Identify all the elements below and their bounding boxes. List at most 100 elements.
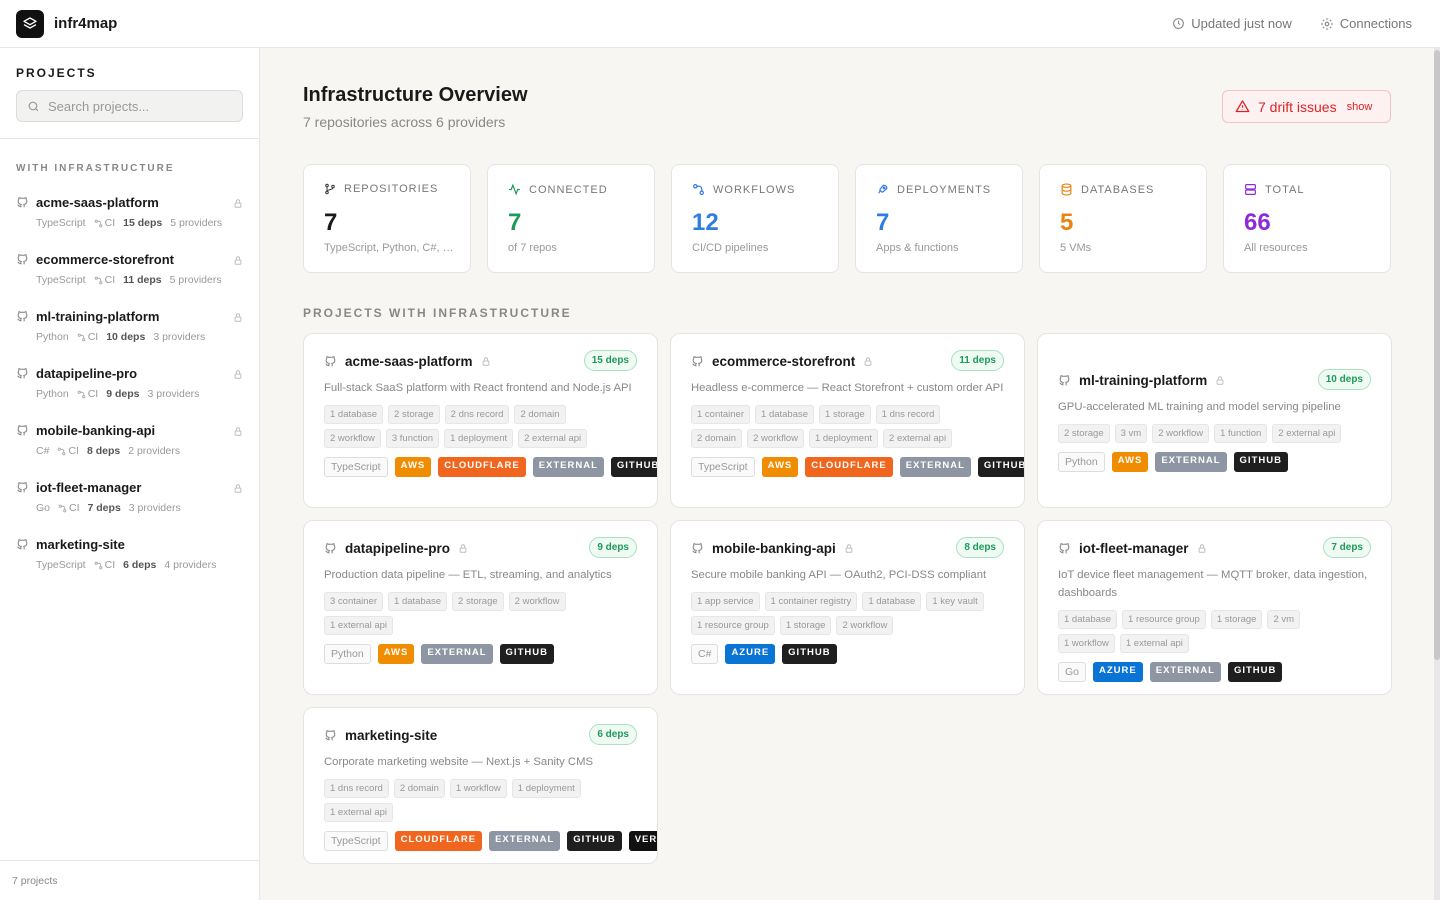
resource-chip: 1 database (755, 405, 815, 424)
sidebar-item-label: datapipeline-pro (36, 366, 138, 381)
sidebar-item-mobile-banking-api[interactable]: mobile-banking-api C# CI 8 deps 2 providers (16, 420, 246, 477)
resource-chip: 1 resource group (1122, 610, 1206, 629)
resource-chip: 2 workflow (324, 429, 381, 448)
provider-badge-external: EXTERNAL (421, 644, 493, 664)
connections-button[interactable]: Connections (1320, 16, 1412, 31)
card-title[interactable]: datapipeline-pro (345, 541, 450, 556)
drift-issues-button[interactable]: 7 drift issues show (1222, 90, 1391, 123)
resource-chip: 1 function (1214, 424, 1268, 443)
stat-label-text: TOTAL (1265, 183, 1305, 196)
resource-chips: 3 container 1 database 2 storage 2 workflow… (304, 592, 639, 635)
sidebar-item-ml-training-platform[interactable]: ml-training-platform Python CI 10 deps 3 pro… (16, 306, 246, 363)
card-description: IoT device fleet management — MQTT broke… (1058, 569, 1368, 599)
project-card-mobile-banking-api[interactable]: mobile-banking-api 8 deps Secure mobile ba… (670, 520, 1025, 695)
language-badge: Python (1058, 452, 1105, 472)
ci-indicator: CI (94, 274, 116, 286)
card-header: ml-training-platform 10 deps (1038, 369, 1391, 390)
ci-icon (57, 447, 66, 456)
language-label: TypeScript (36, 217, 86, 229)
deps-badge: 15 deps (583, 350, 637, 371)
card-header: ecommerce-storefront 11 deps (671, 350, 1024, 371)
lock-icon (233, 253, 243, 271)
connections-label: Connections (1339, 16, 1412, 31)
drift-show-link[interactable]: show (1347, 101, 1373, 113)
drift-label: 7 drift issues (1258, 98, 1337, 115)
project-card-ml-training-platform[interactable]: ml-training-platform 10 deps GPU-accelerat… (1037, 333, 1392, 508)
stat-card-repositories[interactable]: REPOSITORIES 7 TypeScript, Python, C#, Go (303, 164, 471, 273)
sidebar-item-datapipeline-pro[interactable]: datapipeline-pro Python CI 9 deps 3 provider… (16, 363, 246, 420)
resource-chip: 1 database (388, 592, 448, 611)
provider-badge-github: GITHUB (610, 457, 657, 477)
deps-count: 10 deps (106, 331, 146, 343)
language-badge: Go (1058, 662, 1087, 682)
sidebar-item-iot-fleet-manager[interactable]: iot-fleet-manager Go CI 7 deps 3 providers (16, 477, 246, 534)
search-icon (28, 101, 39, 111)
github-icon (324, 355, 337, 368)
ci-icon (94, 276, 103, 285)
stat-card-total[interactable]: TOTAL 66 All resources (1223, 164, 1391, 273)
language-label: Go (36, 502, 51, 514)
card-title[interactable]: acme-saas-platform (345, 354, 473, 369)
providers-count: 4 providers (164, 559, 217, 571)
project-card-datapipeline-pro[interactable]: datapipeline-pro 9 deps Production data pi… (303, 520, 658, 695)
resource-chip: 1 deployment (444, 429, 514, 448)
resource-chip: 1 database (862, 592, 922, 611)
sidebar-item-ecommerce-storefront[interactable]: ecommerce-storefront TypeScript CI 11 deps 5… (16, 249, 246, 306)
card-description: Secure mobile banking API — OAuth2, PCI-… (691, 569, 987, 581)
stat-label: REPOSITORIES (324, 183, 438, 195)
resource-chip: 2 domain (514, 405, 566, 424)
language-label: TypeScript (36, 274, 86, 286)
card-title[interactable]: iot-fleet-manager (1079, 541, 1189, 556)
logo-icon[interactable] (16, 9, 44, 38)
divider (0, 860, 259, 861)
resource-chip: 1 storage (819, 405, 871, 424)
sidebar-item-marketing-site[interactable]: marketing-site TypeScript CI 6 deps 4 provid… (16, 534, 246, 591)
deps-badge: 10 deps (1317, 369, 1371, 390)
card-title[interactable]: mobile-banking-api (712, 541, 836, 556)
stat-description: All resources (1244, 242, 1308, 254)
project-card-iot-fleet-manager[interactable]: iot-fleet-manager 7 deps IoT device fleet … (1037, 520, 1392, 695)
resource-chip: 3 function (385, 429, 440, 448)
resource-chip: 1 workflow (1058, 634, 1115, 653)
ci-label: CI (104, 274, 116, 286)
deps-badge: 9 deps (589, 537, 637, 558)
card-title[interactable]: marketing-site (345, 728, 437, 743)
sidebar-item-acme-saas-platform[interactable]: acme-saas-platform TypeScript CI 15 deps 5 p… (16, 192, 246, 249)
stat-label: TOTAL (1244, 183, 1304, 196)
resource-chip: 2 domain (691, 429, 743, 448)
card-title[interactable]: ml-training-platform (1079, 373, 1207, 388)
stat-label: CONNECTED (508, 183, 608, 196)
resource-chip: 2 storage (388, 405, 440, 424)
stat-card-workflows[interactable]: WORKFLOWS 12 CI/CD pipelines (671, 164, 839, 273)
provider-badge-vercel: VERCEL (628, 831, 657, 851)
lock-icon (1215, 375, 1225, 386)
stat-card-deployments[interactable]: DEPLOYMENTS 7 Apps & functions (855, 164, 1023, 273)
deps-count: 6 deps (123, 559, 157, 571)
github-icon (16, 310, 29, 328)
stat-card-databases[interactable]: DATABASES 5 5 VMs (1039, 164, 1207, 273)
ci-icon (77, 333, 86, 342)
clock-icon (1173, 18, 1185, 29)
section-heading: PROJECTS WITH INFRASTRUCTURE (303, 306, 572, 320)
project-card-ecommerce-storefront[interactable]: ecommerce-storefront 11 deps Headless e-co… (670, 333, 1025, 508)
card-title[interactable]: ecommerce-storefront (712, 354, 855, 369)
search-box[interactable] (16, 90, 243, 122)
resource-chip: 1 external api (1119, 634, 1189, 653)
project-card-marketing-site[interactable]: marketing-site 6 deps Corporate marketing … (303, 707, 658, 864)
provider-badge-external: EXTERNAL (899, 457, 971, 477)
ci-label: CI (69, 502, 80, 514)
search-input[interactable] (48, 98, 228, 114)
scrollbar-thumb[interactable] (1434, 50, 1440, 660)
rocket-icon (876, 183, 889, 196)
resource-chip: 1 deployment (808, 429, 879, 448)
stat-label-text: REPOSITORIES (344, 183, 439, 195)
stat-label: WORKFLOWS (692, 183, 795, 196)
card-description: GPU-accelerated ML training and model se… (1058, 401, 1341, 413)
ci-indicator: CI (77, 388, 98, 400)
stat-card-connected[interactable]: CONNECTED 7 of 7 repos (487, 164, 655, 273)
sidebar: PROJECTS WITH INFRASTRUCTURE acme-saas-p… (0, 48, 260, 900)
project-card-acme-saas-platform[interactable]: acme-saas-platform 15 deps Full-stack SaaS… (303, 333, 658, 508)
sidebar-item-label: mobile-banking-api (36, 423, 156, 438)
stat-value: 7 (508, 209, 522, 236)
scrollbar[interactable] (1434, 48, 1440, 900)
